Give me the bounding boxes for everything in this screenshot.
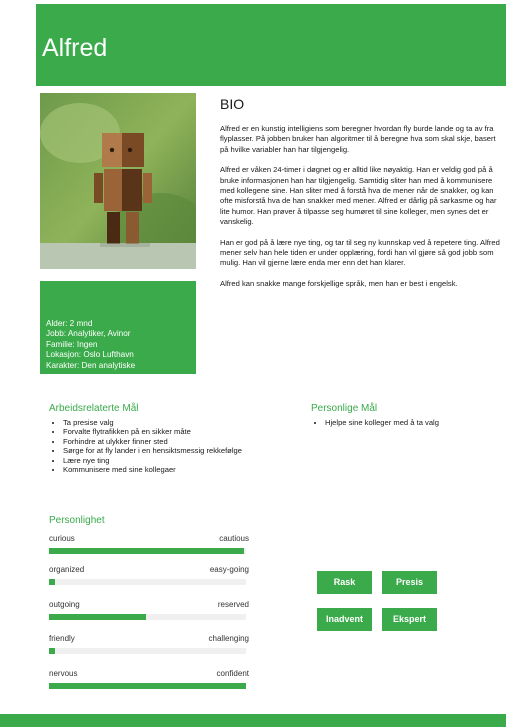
trait-left-label: organized xyxy=(49,565,85,574)
trait-slider-curious: curious cautious xyxy=(49,534,249,558)
tag-ekspert[interactable]: Ekspert xyxy=(382,608,437,631)
trait-left-label: friendly xyxy=(49,634,75,643)
info-location: Lokasjon: Oslo Lufthavn xyxy=(46,350,134,360)
bio-paragraph: Alfred er våken 24-timer i døgnet og er … xyxy=(220,165,497,227)
bio-paragraph: Alfred er en kunstig intelligiens som be… xyxy=(220,124,496,154)
trait-left-label: curious xyxy=(49,534,75,543)
list-item: Kommunisere med sine kollegaer xyxy=(63,465,273,474)
info-family: Familie: Ingen xyxy=(46,339,98,349)
personality-title: Personlighet xyxy=(49,515,105,526)
list-item: Sørge for at fly lander i en hensiktsmes… xyxy=(63,446,273,455)
info-character: Karakter: Den analytiske xyxy=(46,360,136,370)
work-goals-title: Arbeidsrelaterte Mål xyxy=(49,403,139,414)
work-goals-list: Ta presise valg Forvalte flytrafikken på… xyxy=(49,418,273,474)
trait-fill xyxy=(49,648,55,654)
tag-presis[interactable]: Presis xyxy=(382,571,437,594)
trait-right-label: challenging xyxy=(208,634,249,643)
trait-left-label: nervous xyxy=(49,669,78,678)
trait-track xyxy=(49,683,246,689)
info-age: Alder: 2 mnd xyxy=(46,319,93,328)
personal-goals-list: Hjelpe sine kolleger med å ta valg xyxy=(311,418,506,427)
trait-slider-nervous: nervous confident xyxy=(49,669,249,693)
trait-slider-outgoing: outgoing reserved xyxy=(49,600,249,624)
trait-fill xyxy=(49,683,246,689)
bio-paragraph: Han er god på å lære nye ting, og tar ti… xyxy=(220,237,500,268)
persona-name: Alfred xyxy=(42,34,108,62)
list-item: Ta presise valg xyxy=(63,418,273,427)
trait-slider-organized: organized easy-going xyxy=(49,565,249,589)
header-banner: Alfred xyxy=(36,4,506,86)
trait-fill xyxy=(49,548,245,554)
list-item: Hjelpe sine kolleger med å ta valg xyxy=(325,418,506,427)
bio-title: BIO xyxy=(220,96,245,112)
trait-left-label: outgoing xyxy=(49,600,80,609)
info-box: Alder: 2 mnd Jobb: Analytiker, Avinor Fa… xyxy=(40,281,196,374)
personal-goals-title: Personlige Mål xyxy=(311,403,378,414)
trait-right-label: reserved xyxy=(217,600,249,609)
trait-fill xyxy=(49,614,146,620)
footer-bar xyxy=(0,714,506,727)
trait-track xyxy=(49,579,246,585)
trait-track xyxy=(49,548,246,554)
list-item: Forhindre at ulykker finner sted xyxy=(63,437,273,446)
trait-fill xyxy=(49,579,55,585)
list-item: Forvalte flytrafikken på en sikker måte xyxy=(63,427,273,436)
info-job: Jobb: Analytiker, Avinor xyxy=(46,329,131,339)
tag-inadvent[interactable]: Inadvent xyxy=(317,608,372,631)
trait-right-label: cautious xyxy=(219,534,249,543)
bio-text: Alfred er en kunstig intelligiens som be… xyxy=(220,124,505,299)
trait-slider-friendly: friendly challenging xyxy=(49,634,249,658)
trait-right-label: confident xyxy=(216,669,249,678)
trait-right-label: easy-going xyxy=(209,565,249,574)
trait-track xyxy=(49,614,246,620)
bio-paragraph: Alfred kan snakke mange forskjellige spr… xyxy=(220,278,458,288)
list-item: Lære nye ting xyxy=(63,456,273,465)
tag-rask[interactable]: Rask xyxy=(317,571,372,594)
trait-track xyxy=(49,648,246,654)
persona-photo xyxy=(40,93,196,269)
